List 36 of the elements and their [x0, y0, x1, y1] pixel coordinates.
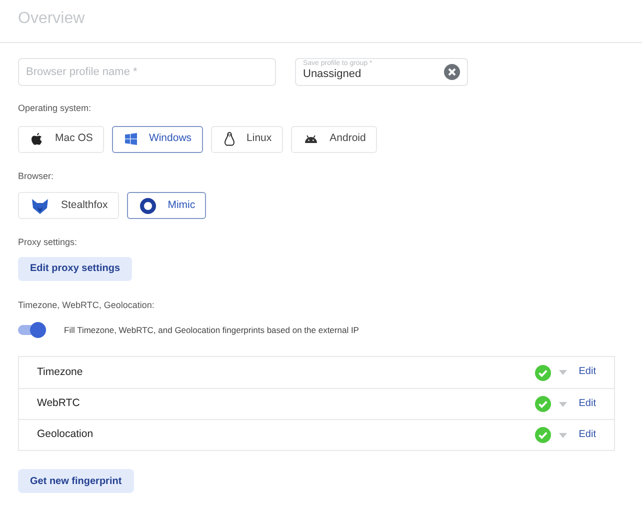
profile-name-field[interactable]: Browser profile name *	[18, 58, 276, 86]
section-label: Timezone, WebRTC, Geolocation:	[18, 298, 156, 312]
toggle-switch[interactable]	[18, 322, 46, 338]
section-label: Browser:	[18, 170, 55, 182]
edit-link[interactable]: Edit	[578, 426, 596, 442]
os-option[interactable]: Windows	[112, 126, 203, 152]
apple-icon	[31, 132, 43, 146]
edit-link[interactable]: Edit	[578, 364, 596, 379]
toggle-label: Fill Timezone, WebRTC, and Geolocation fingerprints based on the external IP	[64, 324, 359, 336]
caret-icon[interactable]	[558, 432, 567, 438]
new-fingerprint-button[interactable]: Get new fingerprint	[18, 469, 134, 493]
os-option[interactable]: Linux	[210, 126, 283, 152]
browser-option[interactable]: Stealthfox	[18, 192, 119, 219]
android-icon	[304, 135, 318, 143]
group-value: Unassigned	[303, 66, 362, 82]
setting-name: Geolocation	[37, 427, 94, 442]
caret-icon[interactable]	[558, 402, 567, 406]
section-label: Operating system:	[18, 102, 92, 115]
caret-icon[interactable]	[558, 370, 567, 375]
edit-proxy-button[interactable]: Edit proxy settings	[18, 256, 132, 280]
ring-icon	[140, 198, 156, 214]
section-label: Proxy settings:	[18, 236, 78, 249]
browser-option[interactable]: Mimic	[126, 192, 206, 219]
check-icon	[534, 396, 551, 412]
clear-icon[interactable]	[444, 64, 460, 80]
os-option[interactable]: Android	[290, 126, 377, 152]
check-icon	[534, 364, 551, 380]
check-icon	[534, 427, 551, 443]
edit-link[interactable]: Edit	[578, 396, 596, 410]
fox-icon	[31, 198, 49, 214]
os-option[interactable]: Mac OS	[18, 126, 104, 152]
setting-name: WebRTC	[37, 396, 81, 412]
windows-icon	[124, 133, 137, 145]
setting-name: Timezone	[37, 364, 84, 380]
page-title: Overview	[18, 8, 85, 28]
penguin-icon	[224, 132, 235, 146]
